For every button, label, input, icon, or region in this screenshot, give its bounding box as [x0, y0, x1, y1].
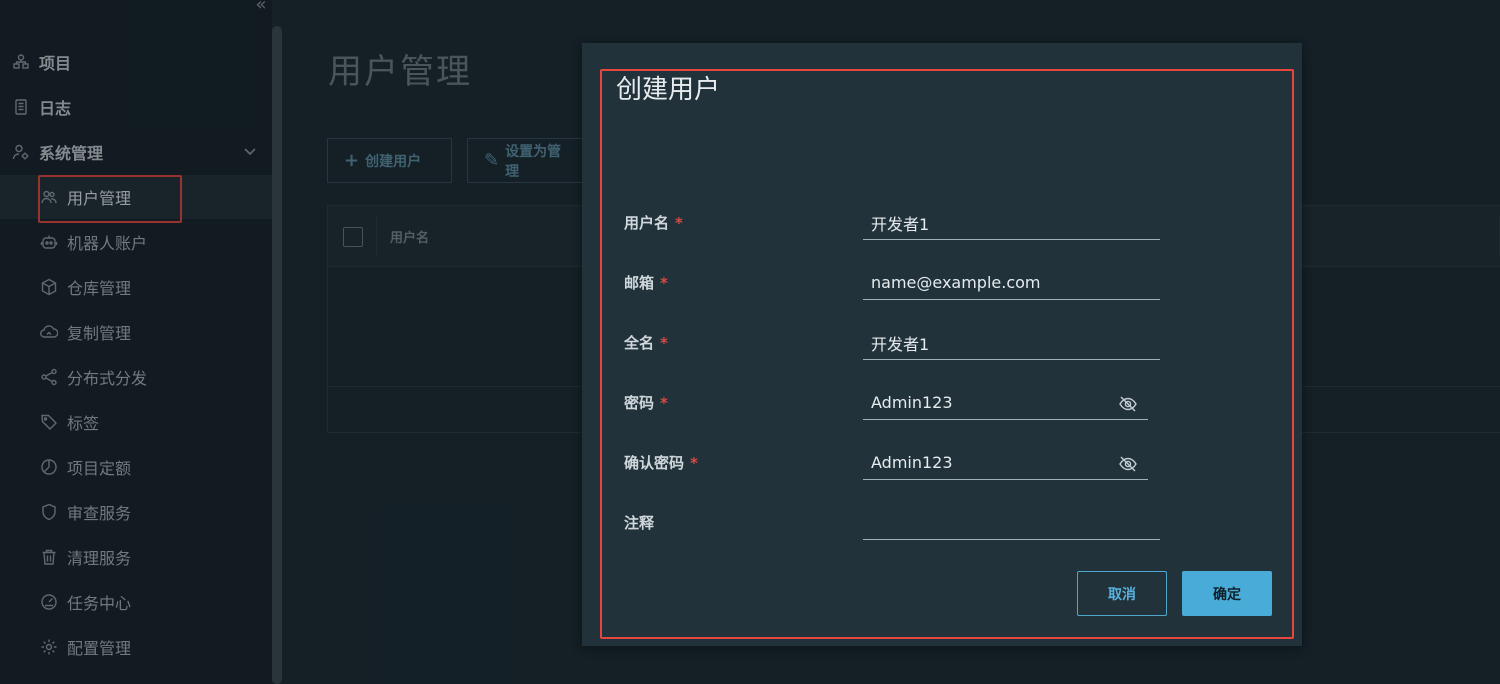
logs-icon [12, 98, 30, 116]
registry-icon [40, 278, 58, 296]
page-title: 用户管理 [328, 52, 472, 92]
email-label: 邮箱 * [624, 274, 668, 292]
set-as-admin-label: 设置为管理 [505, 143, 562, 180]
wrench-icon: ✎ [484, 150, 500, 171]
sidebar-item-label: 机器人账户 [67, 234, 148, 253]
comment-label: 注释 [624, 514, 655, 532]
replication-icon [40, 323, 58, 341]
comment-input[interactable] [863, 506, 1160, 540]
collapse-sidebar-icon[interactable]: « [250, 0, 272, 16]
projects-icon [12, 53, 30, 71]
sidebar-item-distributions[interactable]: 分布式分发 [0, 355, 272, 399]
confirm-password-input[interactable] [863, 446, 1148, 480]
form-row-username: 用户名 * [624, 206, 1184, 246]
column-divider [376, 216, 377, 256]
chevron-down-icon[interactable] [242, 143, 258, 159]
system-admin-icon [12, 143, 30, 161]
form-row-confirm-password: 确认密码 * [624, 446, 1184, 486]
fullname-label: 全名 * [624, 334, 668, 352]
distribution-icon [40, 368, 58, 386]
plus-icon: + [344, 150, 360, 171]
create-user-button[interactable]: + 创建用户 [327, 138, 452, 183]
column-header-username[interactable]: 用户名 [390, 227, 429, 246]
required-mark: * [690, 454, 698, 472]
password-label: 密码 * [624, 394, 668, 412]
sidebar-item-users[interactable]: 用户管理 [0, 175, 272, 219]
tag-icon [40, 413, 58, 431]
gear-icon [40, 638, 58, 656]
robot-icon [40, 233, 58, 251]
dashboard-icon [40, 593, 58, 611]
sidebar-item-label: 系统管理 [39, 144, 104, 163]
sidebar-scrollbar[interactable] [272, 26, 282, 684]
fullname-input[interactable] [863, 326, 1160, 360]
username-label: 用户名 * [624, 214, 683, 232]
sidebar-item-replications[interactable]: 复制管理 [0, 310, 272, 354]
cancel-button[interactable]: 取消 [1077, 571, 1167, 616]
set-as-admin-button[interactable]: ✎ 设置为管理 [467, 138, 587, 183]
sidebar-item-label: 日志 [39, 99, 72, 118]
select-all-checkbox[interactable] [343, 227, 363, 247]
sidebar-item-label: 配置管理 [67, 639, 132, 658]
sidebar-item-label: 复制管理 [67, 324, 132, 343]
form-row-fullname: 全名 * [624, 326, 1184, 366]
sidebar-item-labels[interactable]: 标签 [0, 400, 272, 444]
required-mark: * [660, 334, 668, 352]
sidebar-item-label: 用户管理 [67, 189, 132, 208]
sidebar-item-registries[interactable]: 仓库管理 [0, 265, 272, 309]
dialog-title: 创建用户 [616, 75, 721, 105]
sidebar-item-project-quotas[interactable]: 项目定额 [0, 445, 272, 489]
create-user-label: 创建用户 [365, 153, 422, 170]
eye-hide-icon[interactable] [1118, 454, 1138, 474]
sidebar-item-label: 任务中心 [67, 594, 132, 613]
sidebar-item-label: 项目定额 [67, 459, 132, 478]
form-row-password: 密码 * [624, 386, 1184, 426]
users-icon [40, 188, 58, 206]
sidebar-item-job-service[interactable]: 任务中心 [0, 580, 272, 624]
email-input[interactable] [863, 266, 1160, 300]
form-row-email: 邮箱 * [624, 266, 1184, 306]
required-mark: * [660, 274, 668, 292]
sidebar-item-system-admin[interactable]: 系统管理 [0, 130, 272, 174]
confirm-password-label: 确认密码 * [624, 454, 698, 472]
sidebar-item-logs[interactable]: 日志 [0, 85, 272, 129]
sidebar-item-clean-up[interactable]: 清理服务 [0, 535, 272, 579]
create-user-dialog: 创建用户 用户名* 邮箱* 全名* 密码* 确认密码* 注释 取消 确定 [582, 43, 1302, 646]
form-row-comment: 注释 [624, 506, 1184, 546]
ok-button[interactable]: 确定 [1182, 571, 1272, 616]
eye-hide-icon[interactable] [1118, 394, 1138, 414]
sidebar: « 项目 日志 系统管理 用户管理 机器人账户 仓库管理 复制管理 分布式分发 … [0, 0, 272, 684]
sidebar-item-label: 清理服务 [67, 549, 132, 568]
sidebar-item-label: 标签 [67, 414, 100, 433]
required-mark: * [660, 394, 668, 412]
required-mark: * [675, 214, 683, 232]
shield-icon [40, 503, 58, 521]
sidebar-item-robot-accounts[interactable]: 机器人账户 [0, 220, 272, 264]
sidebar-item-label: 项目 [39, 54, 72, 73]
sidebar-item-interrogation-services[interactable]: 审查服务 [0, 490, 272, 534]
sidebar-item-label: 审查服务 [67, 504, 132, 523]
sidebar-item-configuration[interactable]: 配置管理 [0, 625, 272, 669]
quota-icon [40, 458, 58, 476]
trash-icon [40, 548, 58, 566]
sidebar-item-label: 仓库管理 [67, 279, 132, 298]
sidebar-item-label: 分布式分发 [67, 369, 148, 388]
sidebar-item-projects[interactable]: 项目 [0, 40, 272, 84]
password-input[interactable] [863, 386, 1148, 420]
username-input[interactable] [863, 206, 1160, 240]
